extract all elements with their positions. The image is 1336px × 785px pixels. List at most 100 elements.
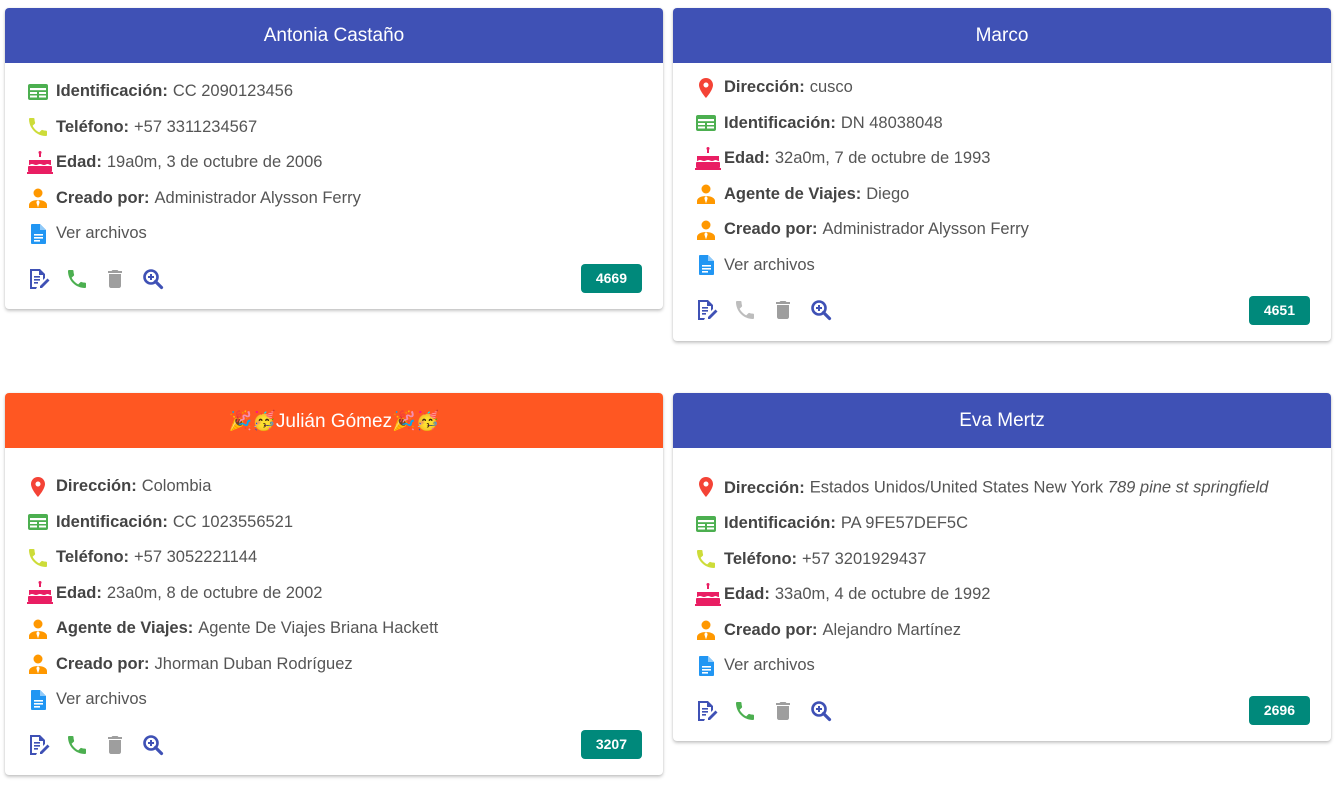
client-card: Marco Dirección: cusco Identificación: D… [673, 8, 1331, 341]
files-link-text[interactable]: Ver archivos [56, 687, 147, 712]
field-value: DN 48038048 [840, 113, 943, 132]
card-header: Marco [673, 8, 1331, 63]
field-label: Dirección: [724, 478, 805, 497]
edit-icon[interactable] [26, 266, 52, 292]
delete-icon[interactable] [770, 698, 796, 724]
field-value: Colombia [141, 477, 212, 495]
field-value: Alejandro Martínez [822, 620, 962, 639]
agent-icon [26, 186, 56, 211]
client-card: Antonia Castaño Identificación: CC 20901… [5, 8, 663, 309]
phone-icon [26, 115, 56, 140]
agent-icon [26, 616, 56, 641]
field-value: Jhorman Duban Rodríguez [154, 654, 353, 673]
files-link-text[interactable]: Ver archivos [724, 253, 815, 278]
card-actions: 4651 [694, 295, 1310, 341]
field-label: Creado por: [724, 220, 818, 238]
field-label: Edad: [724, 149, 770, 167]
agent-icon [694, 182, 724, 207]
field-direccion: Dirección: cusco [694, 75, 1310, 100]
call-icon[interactable] [732, 698, 758, 724]
zoom-in-icon[interactable] [808, 698, 834, 724]
call-icon[interactable] [64, 266, 90, 292]
cake-icon [694, 146, 724, 171]
files-link-text[interactable]: Ver archivos [56, 221, 147, 246]
call-icon-disabled [732, 297, 758, 323]
card-title: Eva Mertz [959, 409, 1045, 431]
field-label: Creado por: [56, 188, 150, 207]
field-value: Agente De Viajes Briana Hackett [198, 619, 439, 637]
client-card: 🎉🥳Julián Gómez🎉🥳 Dirección: Colombia Ide… [5, 393, 663, 775]
field-creado-por: Creado por: Jhorman Duban Rodríguez [26, 652, 642, 677]
client-id-badge: 2696 [1248, 696, 1310, 725]
field-direccion: Dirección: Estados Unidos/United States N… [694, 474, 1310, 501]
id-card-icon [26, 510, 56, 535]
field-value: Administrador Alysson Ferry [822, 220, 1029, 238]
call-icon[interactable] [64, 732, 90, 758]
card-header: Antonia Castaño [5, 8, 663, 63]
field-label: Creado por: [56, 654, 150, 673]
field-identificacion: Identificación: CC 2090123456 [26, 79, 642, 104]
field-value: 33a0m, 4 de octubre de 1992 [774, 585, 991, 603]
field-value: +57 3201929437 [802, 549, 927, 568]
file-icon [694, 653, 724, 678]
card-actions: 3207 [26, 730, 642, 775]
card-actions: 2696 [694, 696, 1310, 741]
card-title: Marco [975, 24, 1029, 46]
ver-archivos-link[interactable]: Ver archivos [694, 253, 1310, 278]
field-identificacion: Identificación: DN 48038048 [694, 111, 1310, 136]
agent-icon [26, 652, 56, 677]
ver-archivos-link[interactable]: Ver archivos [26, 221, 642, 246]
cake-icon [26, 150, 56, 175]
location-icon [694, 75, 724, 100]
field-label: Teléfono: [56, 548, 130, 566]
field-telefono: Teléfono: +57 3052221144 [26, 545, 642, 570]
agent-icon [694, 217, 724, 242]
field-value: Diego [866, 184, 910, 203]
zoom-in-icon[interactable] [808, 297, 834, 323]
field-creado-por: Creado por: Administrador Alysson Ferry [26, 186, 642, 211]
zoom-in-icon[interactable] [140, 266, 166, 292]
field-direccion: Dirección: Colombia [26, 474, 642, 499]
field-telefono: Teléfono: +57 3311234567 [26, 115, 642, 140]
client-id-badge: 4651 [1248, 295, 1310, 325]
field-value: 19a0m, 3 de octubre de 2006 [106, 153, 323, 171]
ver-archivos-link[interactable]: Ver archivos [694, 653, 1310, 678]
field-edad: Edad: 23a0m, 8 de octubre de 2002 [26, 581, 642, 606]
field-value: 32a0m, 7 de octubre de 1993 [774, 149, 991, 167]
field-label: Agente de Viajes: [724, 184, 862, 203]
field-identificacion: Identificación: PA 9FE57DEF5C [694, 511, 1310, 536]
field-value: CC 2090123456 [172, 82, 294, 100]
id-card-icon [694, 111, 724, 136]
card-header: Eva Mertz [673, 393, 1331, 448]
edit-icon[interactable] [26, 732, 52, 758]
delete-icon[interactable] [770, 297, 796, 323]
agent-icon [694, 618, 724, 643]
field-agente-de-viajes: Agente de Viajes: Agente De Viajes Brian… [26, 616, 642, 641]
client-card: Eva Mertz Dirección: Estados Unidos/Unite… [673, 393, 1331, 741]
card-header-birthday: 🎉🥳Julián Gómez🎉🥳 [5, 393, 663, 448]
field-label: Agente de Viajes: [56, 619, 194, 637]
client-id-badge: 4669 [580, 264, 642, 293]
card-title: 🎉🥳Julián Gómez🎉🥳 [228, 410, 440, 432]
ver-archivos-link[interactable]: Ver archivos [26, 687, 642, 712]
field-value: Estados Unidos/United States New York [809, 478, 1104, 497]
field-label: Edad: [56, 153, 102, 171]
field-value: CC 1023556521 [172, 512, 294, 531]
field-creado-por: Creado por: Administrador Alysson Ferry [694, 217, 1310, 242]
field-value: Administrador Alysson Ferry [154, 188, 361, 207]
delete-icon[interactable] [102, 732, 128, 758]
field-value: 23a0m, 8 de octubre de 2002 [106, 583, 323, 602]
files-link-text[interactable]: Ver archivos [724, 653, 815, 678]
field-label: Identificación: [724, 113, 836, 132]
phone-icon [26, 545, 56, 570]
field-value: +57 3311234567 [134, 117, 258, 136]
field-label: Edad: [724, 585, 770, 603]
edit-icon[interactable] [694, 297, 720, 323]
zoom-in-icon[interactable] [140, 732, 166, 758]
phone-icon [694, 547, 724, 572]
field-label: Teléfono: [724, 549, 798, 568]
edit-icon[interactable] [694, 698, 720, 724]
file-icon [26, 221, 56, 246]
field-edad: Edad: 33a0m, 4 de octubre de 1992 [694, 582, 1310, 607]
delete-icon[interactable] [102, 266, 128, 292]
